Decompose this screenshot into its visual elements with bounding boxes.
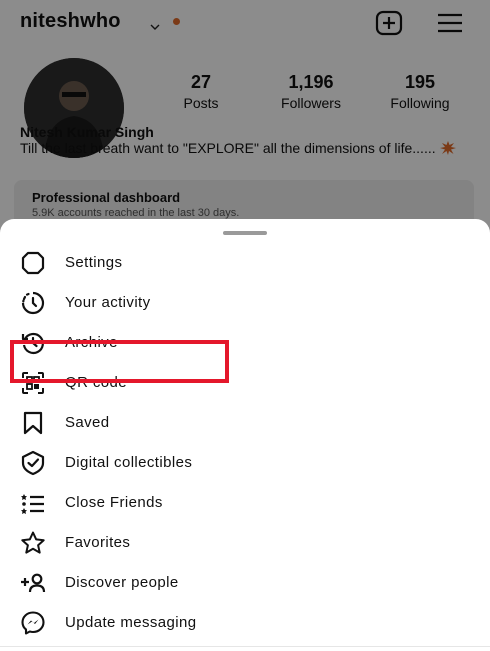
add-person-icon (20, 570, 46, 596)
menu-item-label: Close Friends (65, 494, 163, 511)
menu-item-label: Discover people (65, 574, 179, 591)
settings-icon (20, 250, 46, 276)
menu-item-close-friends[interactable]: Close Friends (0, 483, 490, 521)
discover-people-highlight-box (10, 340, 229, 383)
divider (0, 646, 490, 647)
menu-item-update-messaging[interactable]: Update messaging (0, 603, 490, 641)
menu-item-label: Update messaging (65, 614, 197, 631)
menu-item-label: Settings (65, 254, 123, 271)
menu-item-label: Your activity (65, 294, 151, 311)
bottom-sheet-menu: Settings Your activity Archive QR code S… (0, 219, 490, 651)
menu-item-settings[interactable]: Settings (0, 243, 490, 281)
activity-icon (20, 290, 46, 316)
close-friends-list-icon (20, 490, 46, 516)
menu-item-your-activity[interactable]: Your activity (0, 283, 490, 321)
sheet-drag-handle[interactable] (223, 231, 267, 235)
menu-item-label: Favorites (65, 534, 131, 551)
star-icon (20, 530, 46, 556)
shield-check-icon (20, 450, 46, 476)
menu-item-saved[interactable]: Saved (0, 403, 490, 441)
menu-item-discover-people[interactable]: Discover people (0, 563, 490, 601)
menu-item-favorites[interactable]: Favorites (0, 523, 490, 561)
messenger-icon (20, 610, 46, 636)
menu-item-label: Digital collectibles (65, 454, 193, 471)
menu-item-label: Saved (65, 414, 110, 431)
bookmark-icon (20, 410, 46, 436)
menu-item-digital-collectibles[interactable]: Digital collectibles (0, 443, 490, 481)
